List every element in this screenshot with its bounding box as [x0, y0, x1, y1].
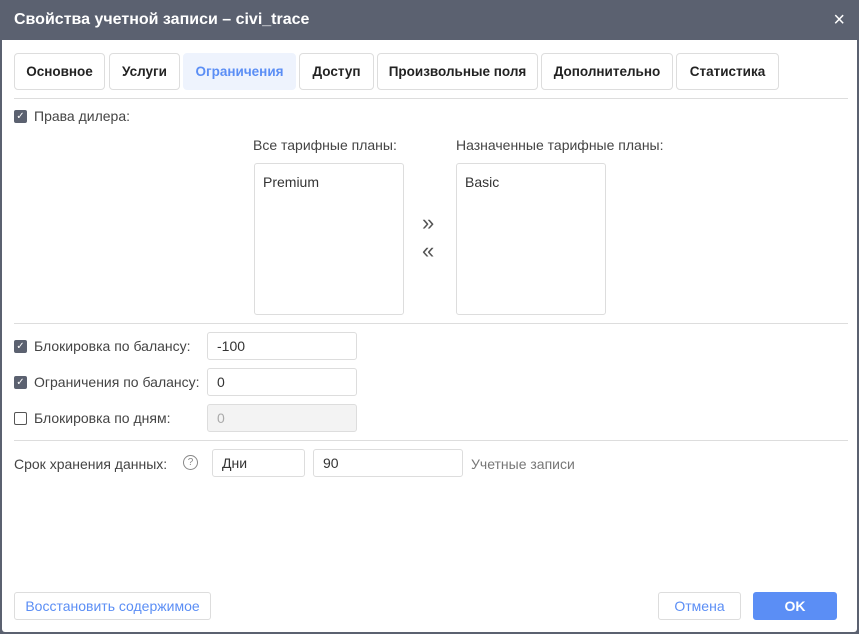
- assigned-plans-label: Назначенные тарифные планы:: [456, 137, 664, 153]
- ok-button[interactable]: OK: [753, 592, 837, 620]
- assigned-plans-list[interactable]: Basic: [456, 163, 606, 315]
- divider: [14, 323, 848, 324]
- divider: [14, 440, 848, 441]
- tab-restrictions[interactable]: Ограничения: [183, 53, 296, 90]
- dealer-rights-checkbox[interactable]: ✓: [14, 110, 27, 123]
- days-block-checkbox[interactable]: [14, 412, 27, 425]
- tab-main[interactable]: Основное: [14, 53, 105, 90]
- restore-button[interactable]: Восстановить содержимое: [14, 592, 211, 620]
- cancel-button[interactable]: Отмена: [658, 592, 741, 620]
- balance-block-input[interactable]: -100: [207, 332, 357, 360]
- balance-block-checkbox[interactable]: ✓: [14, 340, 27, 353]
- tab-statistics[interactable]: Статистика: [676, 53, 779, 90]
- remove-plan-icon[interactable]: «: [422, 238, 434, 264]
- tab-services[interactable]: Услуги: [109, 53, 180, 90]
- dialog-body: Основное Услуги Ограничения Доступ Произ…: [2, 40, 857, 632]
- all-plans-label: Все тарифные планы:: [253, 137, 397, 153]
- all-plans-list[interactable]: Premium: [254, 163, 404, 315]
- tab-custom-fields[interactable]: Произвольные поля: [377, 53, 538, 90]
- divider: [14, 98, 848, 99]
- retention-value-input[interactable]: 90: [313, 449, 463, 477]
- tab-additional[interactable]: Дополнительно: [541, 53, 673, 90]
- retention-suffix: Учетные записи: [471, 456, 575, 472]
- balance-block-label: Блокировка по балансу:: [34, 338, 191, 354]
- close-icon[interactable]: ×: [833, 9, 845, 32]
- days-block-label: Блокировка по дням:: [34, 410, 171, 426]
- list-item[interactable]: Premium: [263, 174, 395, 190]
- help-icon[interactable]: ?: [183, 455, 198, 470]
- balance-limit-input[interactable]: 0: [207, 368, 357, 396]
- balance-limit-checkbox[interactable]: ✓: [14, 376, 27, 389]
- retention-unit-select[interactable]: Дни: [212, 449, 305, 477]
- days-block-input: 0: [207, 404, 357, 432]
- list-item[interactable]: Basic: [465, 174, 597, 190]
- dealer-rights-label: Права дилера:: [34, 108, 130, 124]
- balance-limit-label: Ограничения по балансу:: [34, 374, 200, 390]
- tab-access[interactable]: Доступ: [299, 53, 374, 90]
- retention-label: Срок хранения данных:: [14, 456, 168, 472]
- dialog-title: Свойства учетной записи – civi_trace: [14, 11, 310, 28]
- add-plan-icon[interactable]: »: [422, 210, 434, 236]
